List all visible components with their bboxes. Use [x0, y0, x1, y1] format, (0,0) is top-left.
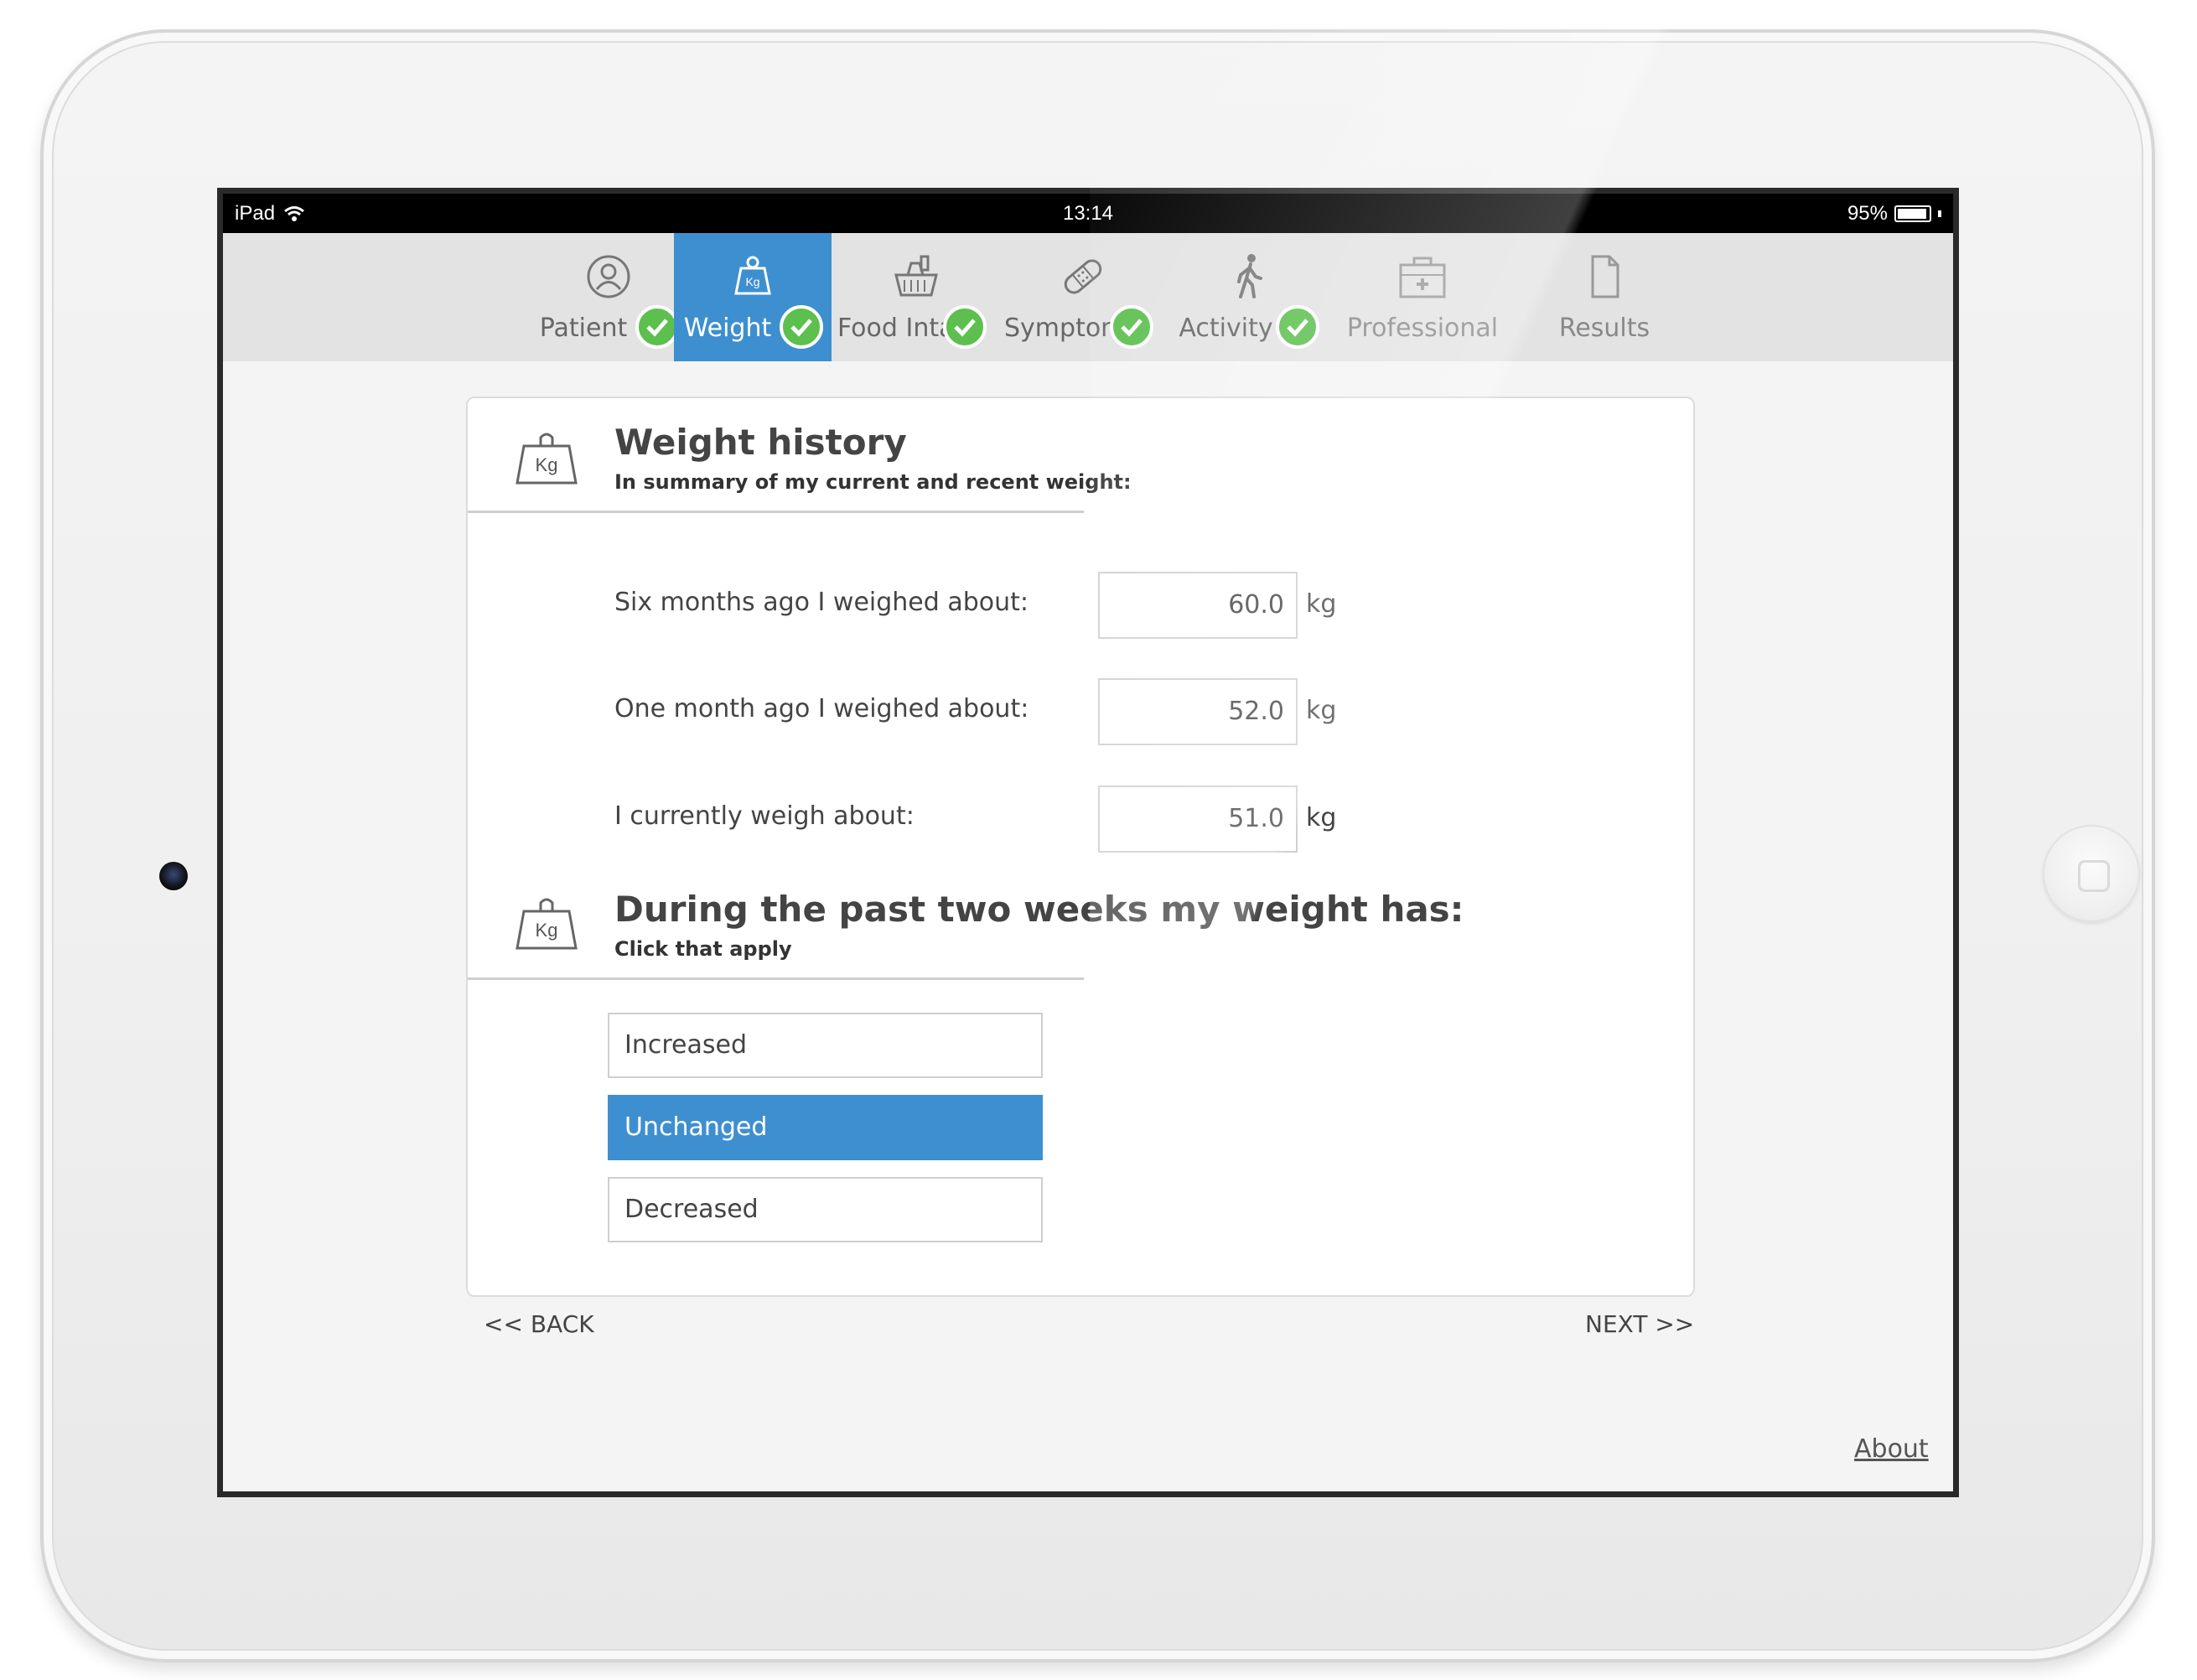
weight-history-title: Weight history	[614, 422, 907, 463]
check-icon	[943, 305, 987, 349]
one-month-label: One month ago I weighed about:	[614, 694, 1029, 723]
tab-label: Patient	[539, 314, 628, 343]
svg-text:Kg: Kg	[536, 454, 558, 475]
back-button[interactable]: << BACK	[484, 1310, 594, 1338]
tab-patient[interactable]: Patient	[530, 233, 687, 361]
battery-percent: 95%	[1847, 202, 1888, 225]
weight-icon: Kg	[734, 256, 771, 295]
status-time: 13:14	[1062, 202, 1114, 225]
current-weight-field[interactable]: 51.0	[1098, 786, 1298, 853]
tab-label: Activity	[1179, 314, 1273, 343]
unit-label: kg	[1306, 803, 1337, 832]
home-button[interactable]	[2043, 825, 2140, 922]
weight-icon: Kg	[516, 433, 578, 485]
tab-bar: Patient Kg Weight Food Intake	[223, 233, 1953, 361]
tab-results[interactable]: Results	[1526, 233, 1683, 361]
medical-kit-icon	[1399, 257, 1446, 298]
tab-label: Results	[1558, 314, 1650, 343]
option-unchanged[interactable]: Unchanged	[608, 1095, 1043, 1160]
two-weeks-title: During the past two weeks my weight has:	[614, 889, 1464, 930]
six-months-weight-field[interactable]: 60.0	[1098, 572, 1298, 639]
check-icon	[635, 305, 679, 349]
divider	[468, 977, 1084, 980]
walking-icon	[1237, 254, 1262, 298]
check-icon	[780, 305, 823, 349]
two-weeks-subtitle: Click that apply	[614, 937, 792, 961]
home-square-icon	[2078, 860, 2110, 892]
check-icon	[1276, 305, 1319, 349]
questionnaire-card: Kg Weight history In summary of my curre…	[466, 397, 1695, 1297]
next-button[interactable]: NEXT >>	[1585, 1310, 1694, 1338]
about-link[interactable]: About	[1854, 1434, 1929, 1464]
tab-professional[interactable]: Professional	[1330, 233, 1515, 361]
current-weight-label: I currently weigh about:	[614, 801, 915, 831]
user-icon	[587, 255, 630, 298]
unit-label: kg	[1306, 696, 1337, 725]
tab-weight[interactable]: Kg Weight	[674, 233, 832, 361]
option-decreased[interactable]: Decreased	[608, 1177, 1043, 1242]
one-month-weight-field[interactable]: 52.0	[1098, 678, 1298, 745]
tab-label: Food Intake	[837, 314, 953, 343]
divider	[468, 511, 1084, 513]
tab-symptoms[interactable]: Symptoms	[1004, 233, 1162, 361]
tab-food-intake[interactable]: Food Intake	[837, 233, 995, 361]
document-icon	[1591, 255, 1619, 298]
six-months-label: Six months ago I weighed about:	[614, 588, 1029, 617]
svg-text:Kg: Kg	[745, 275, 759, 288]
tab-label: Professional	[1346, 314, 1499, 343]
weight-icon: Kg	[516, 898, 578, 950]
screen: iPad 13:14 95% Patient Kg Weight Food In…	[217, 188, 1959, 1497]
tab-label: Weight	[683, 314, 772, 343]
food-basket-icon	[894, 255, 938, 297]
unit-label: kg	[1306, 589, 1337, 619]
check-icon	[1110, 305, 1153, 349]
camera-icon	[159, 862, 188, 890]
weight-history-subtitle: In summary of my current and recent weig…	[614, 470, 1132, 494]
status-bar: iPad 13:14 95%	[223, 194, 1953, 233]
tab-activity[interactable]: Activity	[1170, 233, 1328, 361]
svg-text:Kg: Kg	[536, 920, 558, 941]
tab-label: Symptoms	[1004, 314, 1116, 343]
battery-icon	[1894, 205, 1931, 222]
bandage-icon	[1064, 259, 1102, 294]
option-increased[interactable]: Increased	[608, 1013, 1043, 1078]
